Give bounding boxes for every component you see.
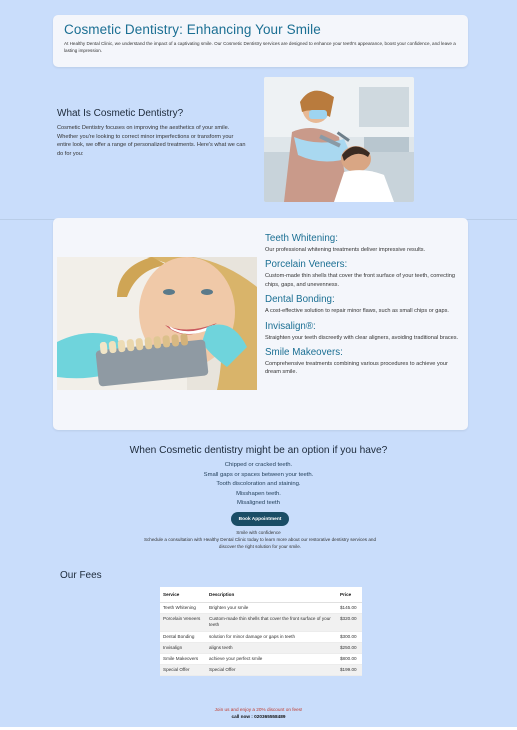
service-title: Porcelain Veneers:: [265, 259, 348, 271]
condition-item: Tooth discoloration and staining.: [216, 481, 301, 488]
service-smile-makeovers: Smile Makeovers: Comprehensive treatment…: [265, 347, 465, 377]
service-title: Smile Makeovers:: [265, 347, 343, 359]
cell-price: $800.00: [337, 653, 362, 666]
cell-description: Brighten your smile: [206, 602, 337, 615]
service-text: Comprehensive treatments combining vario…: [265, 361, 448, 376]
service-text: A cost-effective solution to repair mino…: [265, 308, 449, 315]
veneer-shade-guide-photo: [57, 257, 257, 390]
condition-item: Chipped or cracked teeth.: [224, 462, 293, 468]
schedule-text: Schedule a consultation with Healthy Den…: [143, 537, 377, 549]
cell-service: Porcelain Veneers: [160, 613, 206, 632]
what-text: Cosmetic Dentistry focuses on improving …: [57, 125, 246, 157]
column-header: Price: [337, 587, 362, 603]
cell-service: Dental Bonding: [160, 631, 206, 643]
table-row: Special Offer Special Offer $199.00: [160, 664, 362, 677]
hero-intro: At Healthy Dental Clinic, we understand …: [64, 41, 456, 53]
fees-table: Service Description Price Teeth Whitenin…: [160, 587, 362, 677]
table-row: Invisalign aligns teeth $250.00: [160, 642, 362, 655]
service-invisalign: Invisalign®: Straighten your teeth discr…: [265, 321, 465, 342]
discount-text: Join us and enjoy a 20% discount on fees…: [214, 707, 303, 712]
cell-price: $300.00: [337, 631, 362, 643]
service-text: Our professional whitening treatments de…: [265, 247, 426, 253]
smile-tagline: Smile with confidence: [236, 530, 281, 535]
cell-service: Teeth Whitening: [160, 602, 206, 615]
table-row: Porcelain Veneers Custom-made thin shell…: [160, 613, 362, 632]
table-row: Smile Makeovers achieve your perfect smi…: [160, 653, 362, 666]
service-text: Custom-made thin shells that cover the f…: [265, 273, 455, 288]
cell-price: $145.00: [337, 602, 362, 615]
cell-description: Custom-made thin shells that cover the f…: [206, 613, 337, 632]
fees-title: Our Fees: [60, 570, 102, 581]
when-title: When Cosmetic dentistry might be an opti…: [129, 445, 388, 456]
cell-price: $320.00: [337, 613, 362, 632]
table-row: Dental Bonding solution for minor damage…: [160, 631, 362, 643]
condition-item: Misshapen teeth.: [236, 490, 281, 497]
page-title: Cosmetic Dentistry: Enhancing Your Smile: [64, 22, 321, 37]
service-teeth-whitening: Teeth Whitening: Our professional whiten…: [265, 233, 465, 254]
service-text: Straighten your teeth discreetly with cl…: [265, 334, 459, 341]
service-title: Teeth Whitening:: [265, 233, 338, 244]
cell-description: solution for minor damage or gaps in tee…: [206, 631, 337, 643]
cell-description: achieve your perfect smile: [206, 653, 337, 666]
service-title: Dental Bonding:: [265, 294, 335, 306]
cell-price: $250.00: [337, 642, 362, 655]
service-porcelain-veneers: Porcelain Veneers: Custom-made thin shel…: [265, 259, 465, 289]
cell-service: Invisalign: [160, 642, 206, 655]
cell-price: $199.00: [337, 664, 362, 677]
cell-description: Special Offer: [206, 664, 337, 677]
cell-service: Smile Makeovers: [160, 653, 206, 666]
hero-card: Cosmetic Dentistry: Enhancing Your Smile…: [53, 15, 468, 67]
cell-service: Special Offer: [160, 664, 206, 677]
cell-description: aligns teeth: [206, 642, 337, 655]
condition-item: Misaligned teeth: [237, 500, 280, 507]
column-header: Description: [206, 587, 337, 603]
service-title: Invisalign®:: [265, 320, 316, 332]
column-header: Service: [160, 587, 206, 603]
table-header-row: Service Description Price: [160, 587, 362, 603]
conditions-list: Chipped or cracked teeth. Small gaps or …: [0, 461, 517, 509]
book-appointment-button[interactable]: Book Appointment: [231, 512, 289, 526]
services-list: Teeth Whitening: Our professional whiten…: [265, 233, 465, 377]
what-title: What Is Cosmetic Dentistry?: [57, 108, 184, 119]
condition-item: Small gaps or spaces between your teeth.: [203, 471, 314, 478]
dentist-patient-photo: [264, 77, 414, 202]
table-row: Teeth Whitening Brighten your smile $145…: [160, 602, 362, 615]
service-dental-bonding: Dental Bonding: A cost-effective solutio…: [265, 294, 465, 315]
call-now-text: call now : 020365558489: [231, 714, 286, 719]
